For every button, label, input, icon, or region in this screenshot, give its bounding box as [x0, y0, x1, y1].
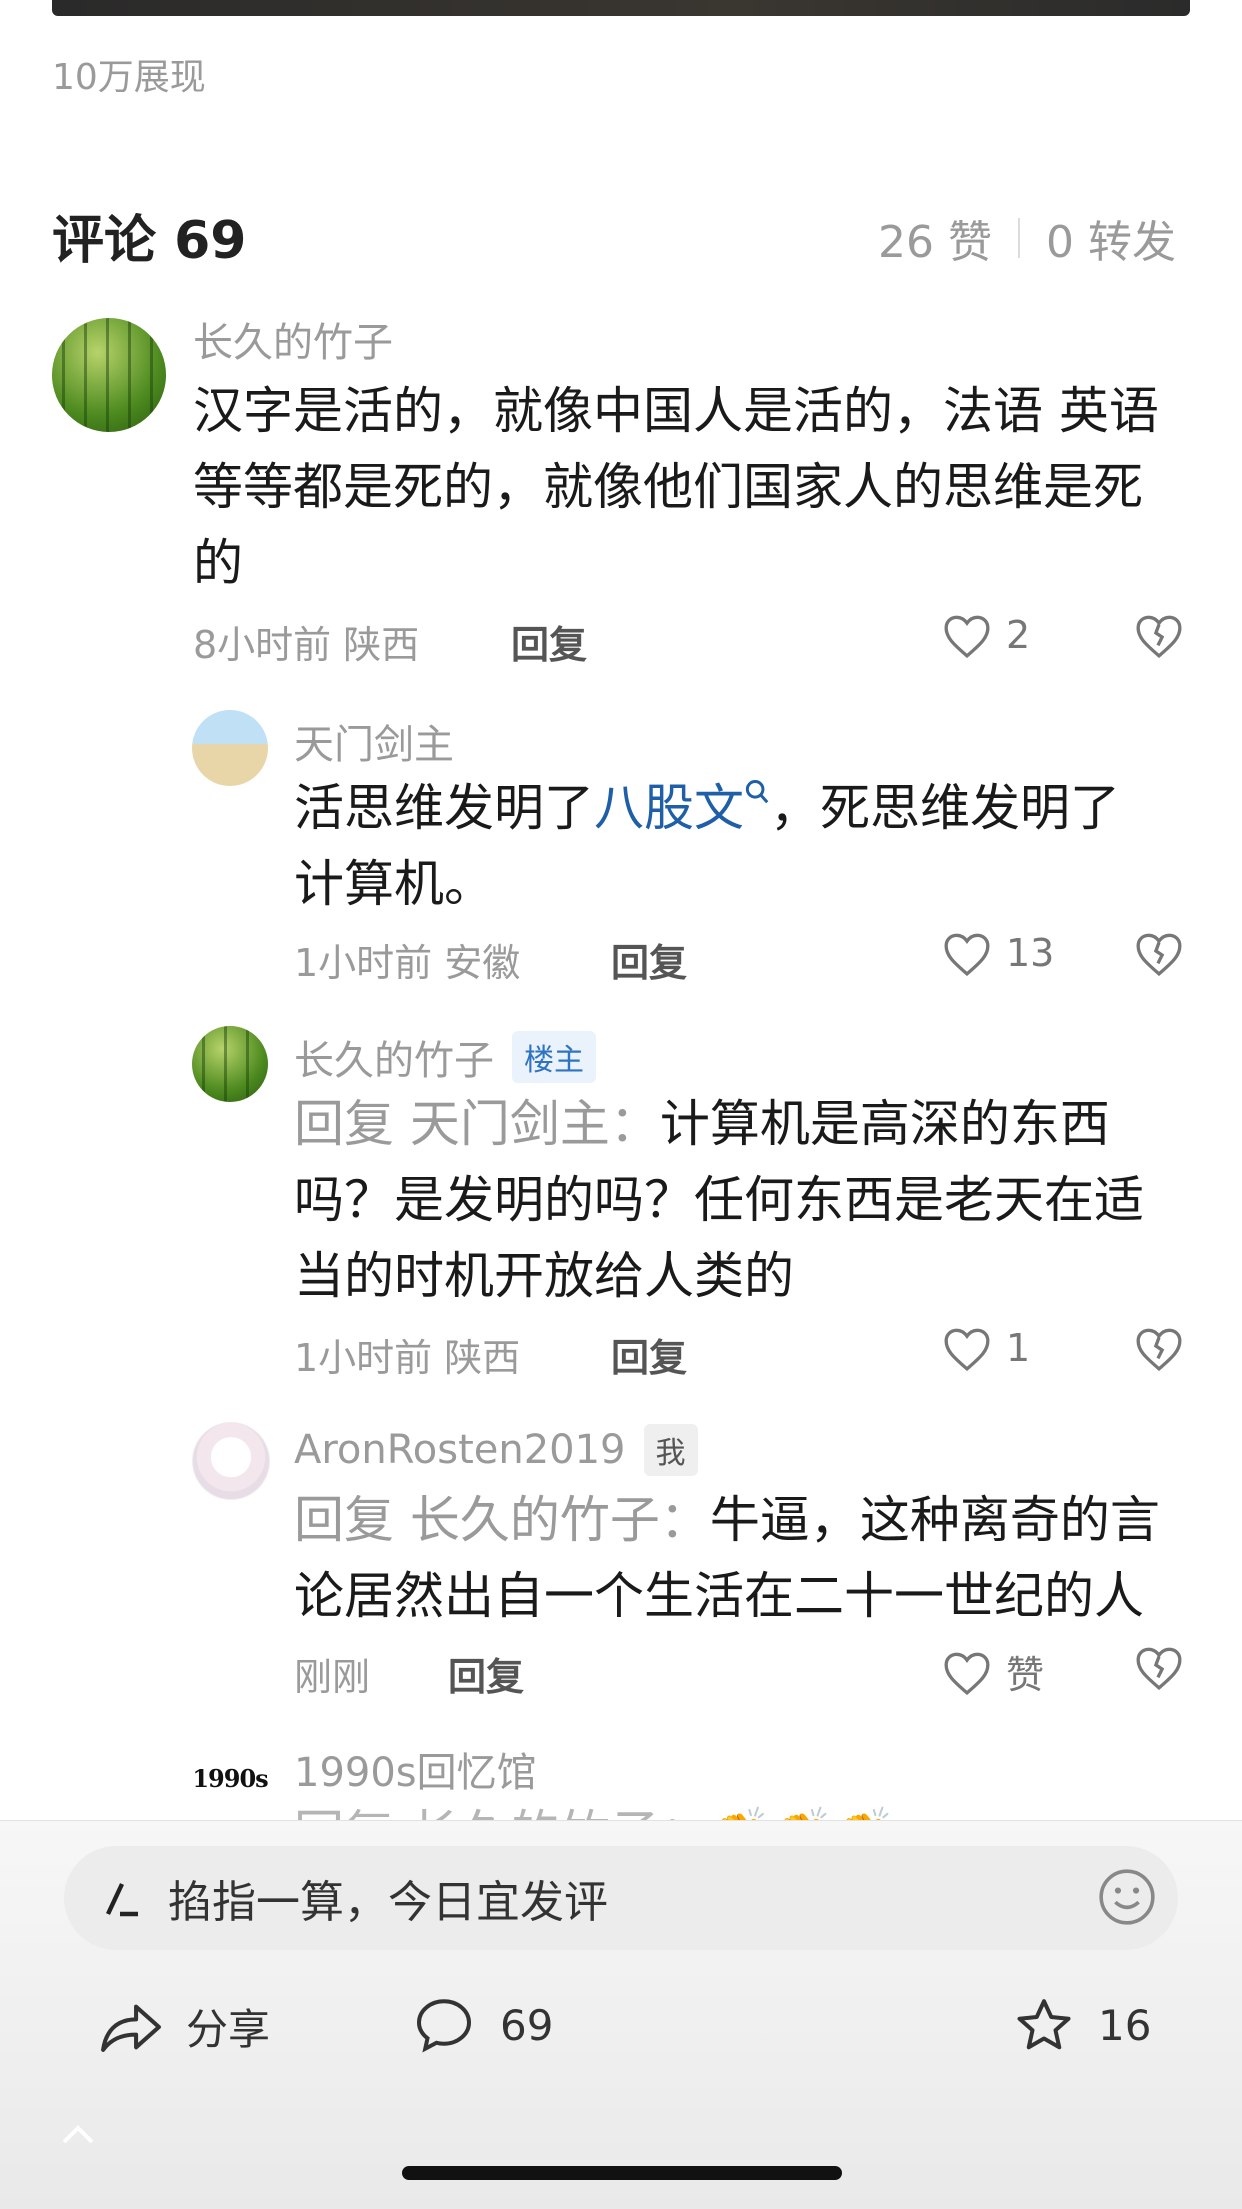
- post-stats: 26 赞 0 转发: [878, 206, 1176, 270]
- impressions-count: 10万展现: [52, 57, 206, 98]
- text-segment: 牛逼，这种离奇的言: [709, 1491, 1160, 1549]
- reply-to-prefix[interactable]: 回复 长久的竹子：: [294, 1491, 710, 1549]
- reply-header: 长久的竹子 楼主: [294, 1028, 596, 1086]
- avatar-logo-text: 1990s: [192, 1763, 268, 1793]
- emoji-icon[interactable]: [1096, 1866, 1158, 1928]
- dislike-button[interactable]: [1134, 1325, 1184, 1375]
- reply-button[interactable]: 回复: [611, 1327, 687, 1382]
- owner-badge: 楼主: [512, 1031, 596, 1083]
- broken-heart-icon: [1136, 1328, 1182, 1372]
- comment-icon: [416, 1999, 472, 2053]
- comment-input[interactable]: 掐指一算，今日宜发评: [64, 1846, 1178, 1950]
- reply-text: 活思维发明了八股文 ，死思维发明了 计算机。: [294, 770, 1120, 922]
- reply-time-location: 1小时前 陕西: [294, 1336, 521, 1380]
- favorites-count: 16: [1098, 2000, 1152, 2050]
- avatar[interactable]: [192, 710, 268, 786]
- reply-time: 刚刚: [294, 1655, 371, 1699]
- reply-username[interactable]: 1990s回忆馆: [294, 1740, 537, 1798]
- share-label: 分享: [186, 2005, 271, 2054]
- broken-heart-icon: [1136, 933, 1182, 977]
- comment-text-line: 等等都是死的，就像他们国家人的思维是死: [193, 458, 1143, 516]
- like-count: 13: [1006, 931, 1055, 975]
- reply-text-line: 回复 天门剑主：计算机是高深的东西: [294, 1086, 1144, 1162]
- broken-heart-icon: [1136, 1647, 1182, 1691]
- comment-text-line: 的: [193, 534, 243, 592]
- heart-icon: [944, 933, 990, 976]
- reply-button[interactable]: 回复: [611, 932, 687, 987]
- avatar[interactable]: 1990s: [188, 1736, 272, 1820]
- share-button[interactable]: 分享: [98, 1996, 270, 2057]
- comment-username[interactable]: 长久的竹子: [193, 310, 393, 368]
- reply-text: 回复 长久的竹子：牛逼，这种离奇的言 论居然出自一个生活在二十一世纪的人: [294, 1482, 1160, 1634]
- share-icon: [101, 2004, 161, 2052]
- chevron-up-icon[interactable]: [60, 2122, 96, 2146]
- avatar[interactable]: [52, 318, 166, 432]
- like-button[interactable]: 1: [942, 1325, 1030, 1371]
- text-segment: 计算机是高深的东西: [659, 1095, 1110, 1153]
- favorite-button[interactable]: 16: [1014, 1996, 1151, 2054]
- avatar[interactable]: [192, 1026, 268, 1102]
- like-button[interactable]: 13: [942, 930, 1054, 976]
- like-count: 2: [1006, 613, 1031, 657]
- reply-text-line: 计算机。: [294, 855, 494, 913]
- reply-text-line: 论居然出自一个生活在二十一世纪的人: [294, 1567, 1144, 1625]
- comments-count: 69: [500, 2000, 554, 2050]
- reply-username[interactable]: 长久的竹子: [294, 1028, 494, 1086]
- reply-username[interactable]: 天门剑主: [294, 712, 454, 770]
- me-badge: 我: [643, 1424, 698, 1476]
- search-link[interactable]: 八股文: [594, 779, 770, 837]
- reply-text-line: 当的时机开放给人类的: [294, 1247, 794, 1305]
- reply-text: 回复 天门剑主：计算机是高深的东西 吗？是发明的吗？任何东西是老天在适 当的时机…: [294, 1086, 1144, 1314]
- reply-button[interactable]: 回复: [448, 1646, 524, 1701]
- heart-icon: [944, 615, 990, 658]
- reply-text-line: 回复 长久的竹子：牛逼，这种离奇的言: [294, 1482, 1160, 1558]
- heart-icon: [944, 1328, 990, 1371]
- like-button[interactable]: 赞: [942, 1644, 1044, 1699]
- avatar[interactable]: [192, 1422, 270, 1500]
- search-icon: [745, 780, 769, 804]
- like-count: 1: [1006, 1326, 1031, 1370]
- likes-count[interactable]: 26 赞: [878, 206, 992, 270]
- like-button[interactable]: 2: [942, 612, 1030, 658]
- post-image-bottom-edge[interactable]: [52, 0, 1190, 16]
- like-label: 赞: [1006, 1653, 1045, 1697]
- reply-button[interactable]: 回复: [511, 614, 587, 669]
- reply-to-prefix[interactable]: 回复 天门剑主：: [294, 1095, 660, 1153]
- comment-time-location: 8小时前 陕西: [193, 623, 420, 667]
- dislike-button[interactable]: [1134, 1644, 1184, 1694]
- comment-input-placeholder: 掐指一算，今日宜发评: [168, 1877, 608, 1928]
- reply-text-line: 活思维发明了八股文 ，死思维发明了: [294, 770, 1120, 846]
- text-segment: ，死思维发明了: [770, 779, 1120, 837]
- reply-text-partial: 回复 长久的竹子：👏👏👏: [294, 1796, 897, 1820]
- broken-heart-icon: [1136, 615, 1182, 659]
- reply-username[interactable]: AronRosten2019: [294, 1427, 626, 1473]
- link-text: 八股文: [594, 779, 744, 837]
- dislike-button[interactable]: [1134, 612, 1184, 662]
- pen-icon: [106, 1883, 138, 1917]
- comments-button[interactable]: 69: [414, 1996, 553, 2054]
- dislike-button[interactable]: [1134, 930, 1184, 980]
- comment-text: 汉字是活的，就像中国人是活的，法语 英语 等等都是死的，就像他们国家人的思维是死…: [193, 373, 1159, 601]
- reposts-count[interactable]: 0 转发: [1046, 206, 1176, 270]
- reply-text-line: 吗？是发明的吗？任何东西是老天在适: [294, 1171, 1144, 1229]
- stats-divider: [1018, 218, 1021, 258]
- star-icon: [1017, 1999, 1071, 2050]
- comment-text-line: 汉字是活的，就像中国人是活的，法语 英语: [193, 382, 1159, 440]
- text-segment: 活思维发明了: [294, 779, 594, 837]
- comments-title: 评论 69: [52, 211, 247, 271]
- reply-header: AronRosten2019 我: [294, 1424, 698, 1476]
- reply-time-location: 1小时前 安徽: [294, 941, 521, 985]
- home-indicator[interactable]: [402, 2166, 842, 2180]
- heart-icon: [944, 1652, 990, 1695]
